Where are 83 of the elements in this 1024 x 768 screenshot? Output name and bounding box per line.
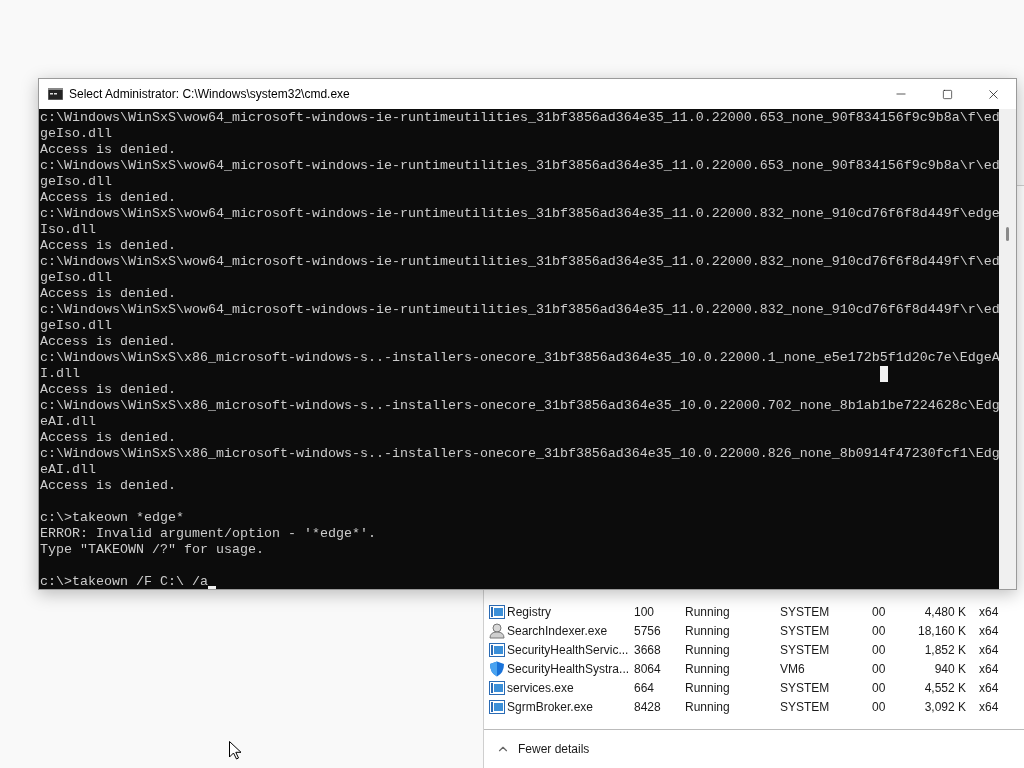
- fewer-details-button[interactable]: Fewer details: [518, 739, 590, 758]
- window-title: Select Administrator: C:\Windows\system32\cmd.exe: [69, 86, 350, 103]
- process-status: Running: [685, 603, 731, 621]
- console-line: geIso.dll: [40, 318, 112, 334]
- console-line: Access is denied.: [40, 238, 176, 254]
- person-icon: [489, 622, 505, 639]
- process-id: 664: [634, 679, 656, 697]
- process-user: SYSTEM: [780, 622, 831, 640]
- console-line: c:\>takeown *edge*: [40, 510, 184, 526]
- console-line: geIso.dll: [40, 126, 112, 142]
- process-id: 5756: [634, 622, 662, 640]
- process-user: VM6: [780, 660, 806, 678]
- console-line: c:\Windows\WinSxS\wow64_microsoft-windows-ie-runtimeutilities_31bf3856ad364e35_11.0.22000.832_none_910cd76f6f8d449f\f\ed: [40, 254, 999, 270]
- console-line: Access is denied.: [40, 190, 176, 206]
- maximize-icon: [941, 88, 953, 100]
- console-line: Access is denied.: [40, 334, 176, 350]
- process-memory: 18,160 K: [916, 622, 966, 640]
- console-app-icon: [48, 88, 63, 100]
- console-line: Access is denied.: [40, 382, 176, 398]
- process-user: SYSTEM: [780, 698, 831, 716]
- process-architecture: x64: [978, 641, 999, 659]
- shield-icon: [489, 660, 505, 677]
- selection-cursor: [880, 366, 888, 382]
- process-name[interactable]: SecurityHealthServic...: [506, 640, 634, 659]
- process-id: 8064: [634, 660, 662, 678]
- console-line: c:\Windows\WinSxS\wow64_microsoft-windows-ie-runtimeutilities_31bf3856ad364e35_11.0.22000.653_none_90f834156f9c9b8a\r\ed: [40, 158, 999, 174]
- window-icon: [489, 642, 505, 657]
- process-memory: 4,552 K: [923, 679, 966, 697]
- process-memory: 4,480 K: [923, 603, 966, 621]
- process-name[interactable]: SearchIndexer.exe: [506, 621, 634, 640]
- console-line: eAI.dll: [40, 462, 96, 478]
- process-user: SYSTEM: [780, 679, 831, 697]
- process-id: 100: [634, 603, 656, 621]
- process-memory: 940 K: [933, 660, 966, 678]
- command-prompt[interactable]: c:\>takeown /F C:\ /a: [40, 574, 208, 589]
- process-architecture: x64: [978, 622, 999, 640]
- process-id: 3668: [634, 641, 662, 659]
- mouse-pointer-icon: [229, 741, 242, 760]
- process-architecture: x64: [978, 679, 999, 697]
- window-icon: [489, 604, 505, 619]
- process-status: Running: [685, 698, 731, 716]
- console-line: Access is denied.: [40, 142, 176, 158]
- console-line: Access is denied.: [40, 478, 176, 494]
- console-line: Type "TAKEOWN /?" for usage.: [40, 542, 264, 558]
- console-line: geIso.dll: [40, 270, 112, 286]
- console-line: c:\Windows\WinSxS\wow64_microsoft-windows-ie-runtimeutilities_31bf3856ad364e35_11.0.22000.653_none_90f834156f9c9b8a\f\ed: [40, 110, 999, 126]
- console-line: c:\Windows\WinSxS\wow64_microsoft-windows-ie-runtimeutilities_31bf3856ad364e35_11.0.22000.832_none_910cd76f6f8d449f\r\ed: [40, 302, 999, 318]
- window-icon: [489, 680, 505, 695]
- process-architecture: x64: [978, 603, 999, 621]
- process-status: Running: [685, 622, 731, 640]
- window-icon: [489, 699, 505, 714]
- process-cpu: 00: [872, 660, 887, 678]
- console-line: Iso.dll: [40, 222, 96, 238]
- console-line: c:\Windows\WinSxS\x86_microsoft-windows-s..-installers-onecore_31bf3856ad364e35_10.0.22000.1_none_e5e172b5f1d20c7e\EdgeA: [40, 350, 999, 366]
- process-status: Running: [685, 679, 731, 697]
- process-name[interactable]: Registry: [506, 602, 634, 621]
- console-line: eAI.dll: [40, 414, 96, 430]
- console-line: c:\Windows\WinSxS\x86_microsoft-windows-s..-installers-onecore_31bf3856ad364e35_10.0.22000.702_none_8b1ab1be7224628c\Edg: [40, 398, 999, 414]
- console-line: c:\Windows\WinSxS\x86_microsoft-windows-s..-installers-onecore_31bf3856ad364e35_10.0.22000.826_none_8b0914f47230fcf1\Edg: [40, 446, 999, 462]
- console-line: c:\Windows\WinSxS\wow64_microsoft-windows-ie-runtimeutilities_31bf3856ad364e35_11.0.22000.832_none_910cd76f6f8d449f\edge: [40, 206, 999, 222]
- process-cpu: 00: [872, 679, 887, 697]
- process-memory: 3,092 K: [923, 698, 966, 716]
- process-architecture: x64: [978, 660, 999, 678]
- process-status: Running: [685, 641, 731, 659]
- text-cursor: [207, 586, 216, 589]
- process-name[interactable]: SecurityHealthSystra...: [506, 659, 634, 678]
- process-cpu: 00: [872, 698, 887, 716]
- process-name[interactable]: SgrmBroker.exe: [506, 697, 634, 716]
- process-user: SYSTEM: [780, 603, 831, 621]
- process-cpu: 00: [872, 622, 887, 640]
- process-architecture: x64: [978, 698, 999, 716]
- console-line: Access is denied.: [40, 286, 176, 302]
- process-name[interactable]: services.exe: [506, 678, 634, 697]
- console-line: I.dll: [40, 366, 80, 382]
- process-memory: 1,852 K: [923, 641, 966, 659]
- process-cpu: 00: [872, 603, 887, 621]
- process-cpu: 00: [872, 641, 887, 659]
- process-user: SYSTEM: [780, 641, 831, 659]
- console-line: ERROR: Invalid argument/option - '*edge*'.: [40, 526, 376, 542]
- process-status: Running: [685, 660, 731, 678]
- process-id: 8428: [634, 698, 662, 716]
- console-line: geIso.dll: [40, 174, 112, 190]
- console-line: Access is denied.: [40, 430, 176, 446]
